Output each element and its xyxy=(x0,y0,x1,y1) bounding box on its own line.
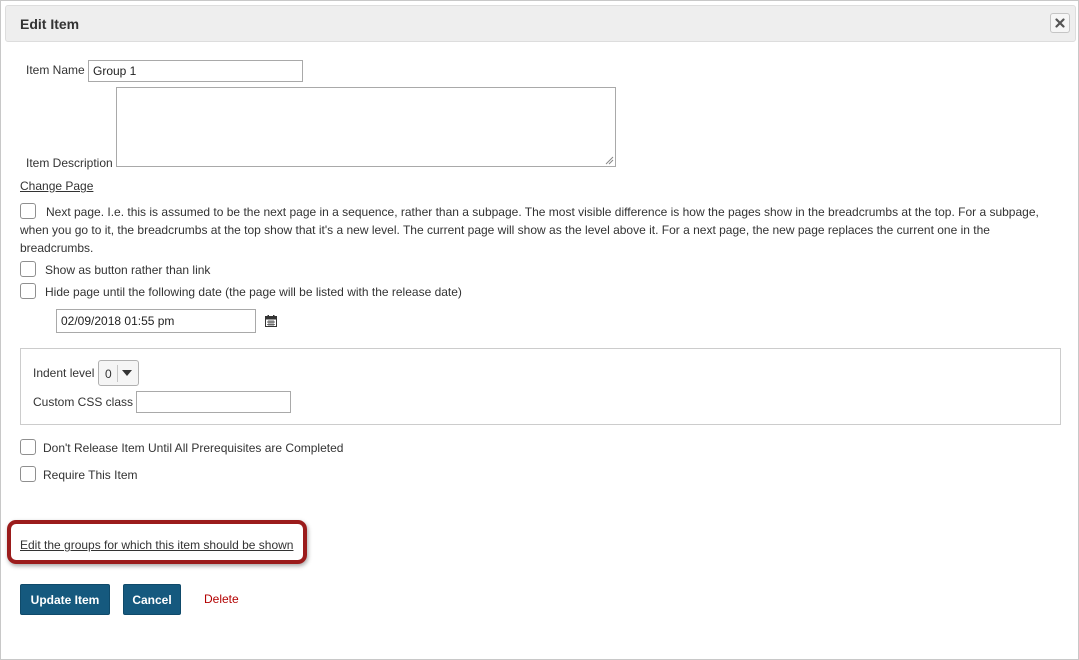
close-button[interactable] xyxy=(1050,13,1070,33)
select-divider xyxy=(117,365,118,382)
update-item-button[interactable]: Update Item xyxy=(20,584,110,615)
indent-level-select[interactable]: 0 xyxy=(98,360,139,386)
dialog-title: Edit Item xyxy=(20,16,80,32)
indent-level-value: 0 xyxy=(105,367,112,381)
item-description-label: Item Description xyxy=(26,156,113,170)
item-description-textarea[interactable] xyxy=(116,87,616,167)
item-name-input[interactable] xyxy=(88,60,303,82)
custom-css-input[interactable] xyxy=(136,391,291,413)
custom-css-label: Custom CSS class xyxy=(33,395,134,409)
show-as-button-label: Show as button rather than link xyxy=(45,263,211,277)
resize-grip-icon[interactable] xyxy=(604,155,614,165)
cancel-button[interactable]: Cancel xyxy=(123,584,181,615)
change-page-link[interactable]: Change Page xyxy=(20,179,93,193)
hide-page-checkbox[interactable] xyxy=(20,283,36,299)
edit-groups-link[interactable]: Edit the groups for which this item shou… xyxy=(20,538,293,552)
indent-level-label: Indent level xyxy=(33,366,95,380)
chevron-down-icon xyxy=(122,370,132,376)
release-date-input[interactable] xyxy=(56,309,256,333)
require-item-label: Require This Item xyxy=(43,468,138,482)
calendar-icon[interactable] xyxy=(265,315,277,327)
display-options-panel xyxy=(20,348,1061,425)
show-as-button-checkbox[interactable] xyxy=(20,261,36,277)
dialog-titlebar: Edit Item xyxy=(5,5,1076,42)
close-icon xyxy=(1055,18,1065,28)
hide-page-label: Hide page until the following date (the … xyxy=(45,285,462,299)
prerequisites-label: Don't Release Item Until All Prerequisit… xyxy=(43,441,344,455)
delete-link[interactable]: Delete xyxy=(204,592,239,606)
item-name-label: Item Name xyxy=(26,63,85,77)
require-item-checkbox[interactable] xyxy=(20,466,36,482)
edit-item-dialog: Edit Item Item Name Item Description Cha… xyxy=(0,0,1079,660)
next-page-description: Next page. I.e. this is assumed to be th… xyxy=(20,205,1039,255)
prerequisites-checkbox[interactable] xyxy=(20,439,36,455)
